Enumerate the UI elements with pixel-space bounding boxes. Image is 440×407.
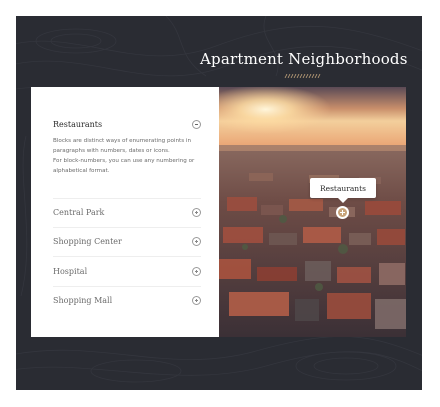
- plus-circle-icon[interactable]: [192, 207, 201, 217]
- divider: [53, 286, 201, 287]
- plus-pin-icon[interactable]: [336, 206, 349, 219]
- plus-circle-icon[interactable]: [192, 236, 201, 246]
- accordion-paragraph: For block-numbers, you can use any numbe…: [53, 158, 195, 174]
- accordion-item-shopping-center[interactable]: Shopping Center: [53, 234, 201, 248]
- accordion-label: Central Park: [53, 207, 105, 217]
- page-title: Apartment Neighborhoods: [200, 50, 408, 68]
- title-ornament: [284, 74, 321, 78]
- accordion-label: Shopping Center: [53, 236, 122, 246]
- divider: [53, 198, 201, 199]
- accordion-item-shopping-mall[interactable]: Shopping Mall: [53, 293, 201, 307]
- accordion-label: Restaurants: [53, 119, 103, 129]
- minus-circle-icon[interactable]: [192, 119, 201, 129]
- accordion-label: Shopping Mall: [53, 295, 113, 305]
- city-photo-image: [219, 87, 406, 337]
- map-tooltip: Restaurants: [310, 178, 376, 203]
- accordion-item-hospital[interactable]: Hospital: [53, 264, 201, 278]
- accordion-item-restaurants[interactable]: Restaurants: [53, 117, 201, 131]
- accordion-content: Blocks are distinct ways of enumerating …: [53, 136, 203, 176]
- accordion-paragraph: Blocks are distinct ways of enumerating …: [53, 138, 192, 154]
- accordion-item-central-park[interactable]: Central Park: [53, 205, 201, 219]
- plus-circle-icon[interactable]: [192, 266, 201, 276]
- accordion-panel: Restaurants Blocks are distinct ways of …: [31, 87, 219, 337]
- divider: [53, 256, 201, 257]
- plus-circle-icon[interactable]: [192, 295, 201, 305]
- city-aerial-photo: [219, 87, 406, 337]
- divider: [53, 227, 201, 228]
- accordion-label: Hospital: [53, 266, 88, 276]
